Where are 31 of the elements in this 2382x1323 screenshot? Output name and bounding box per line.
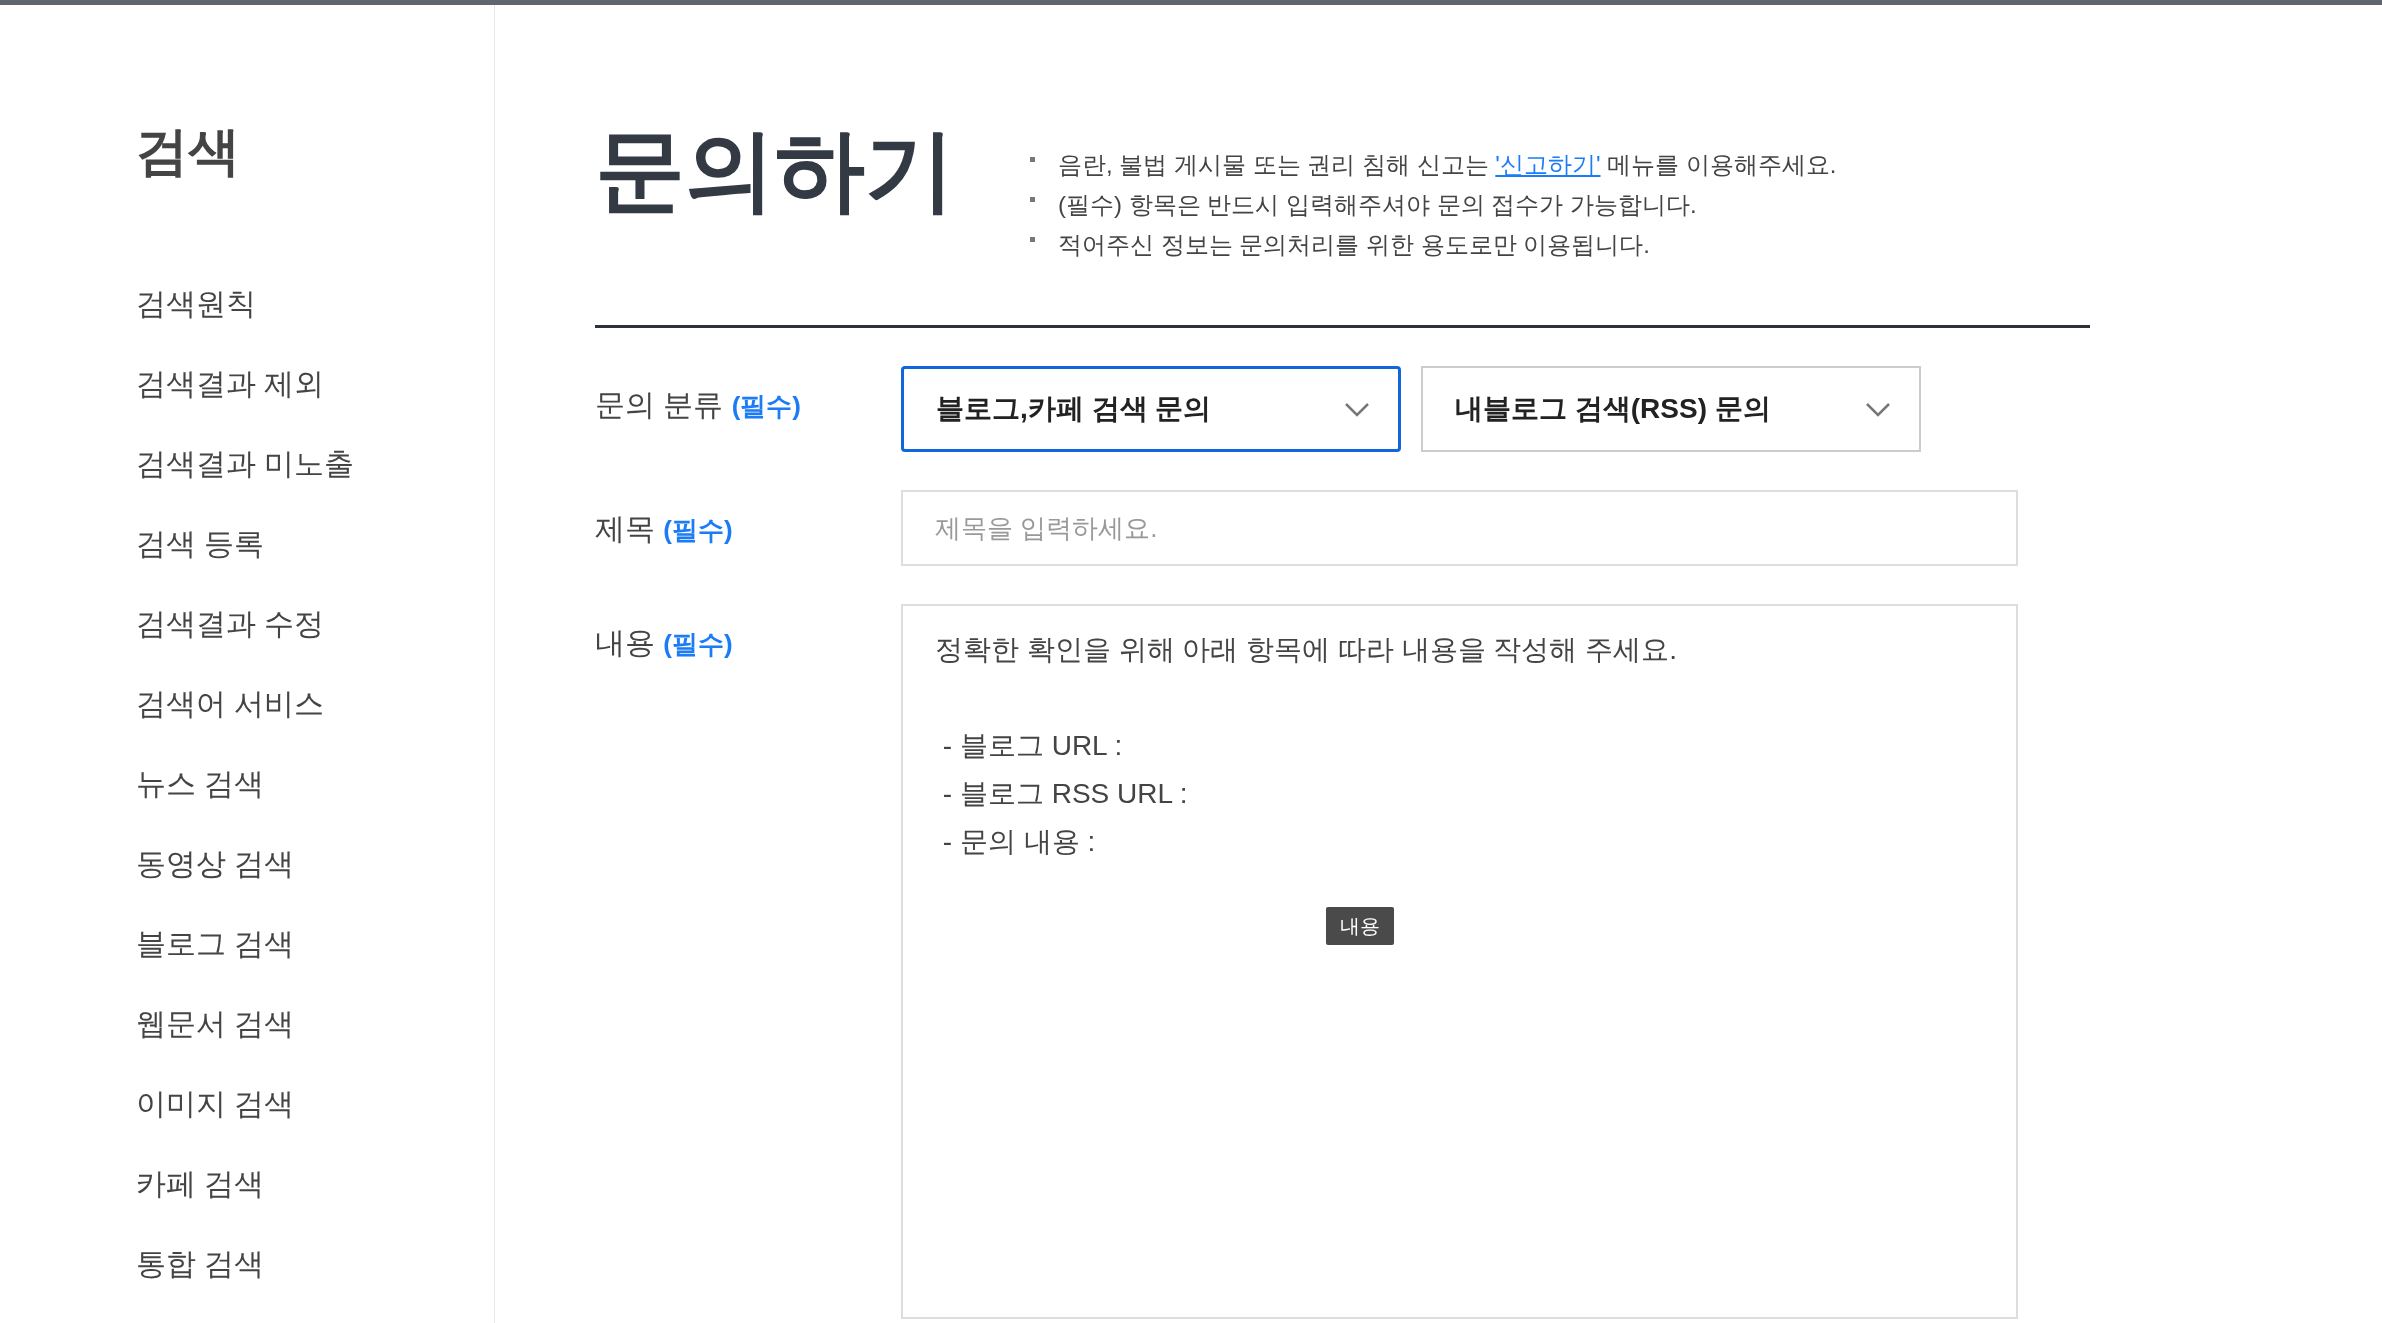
sidebar-menu-item[interactable]: 검색결과 제외 bbox=[136, 369, 494, 399]
notice-text: (필수) 항목은 반드시 입력해주셔야 문의 접수가 가능합니다. bbox=[1030, 185, 1837, 225]
field-label: 내용 (필수) bbox=[595, 625, 734, 661]
sidebar-menu-item[interactable]: 뉴스 검색 bbox=[136, 769, 494, 799]
sidebar-menu-item[interactable]: 통합 검색 bbox=[136, 1249, 494, 1279]
sidebar-menu-item[interactable]: 동영상 검색 bbox=[136, 849, 494, 879]
category-dropdown[interactable]: 내블로그 검색(RSS) 문의 bbox=[1421, 366, 1921, 452]
sidebar-menu-item[interactable]: 검색결과 미노출 bbox=[136, 449, 494, 479]
chevron-down-icon bbox=[1344, 401, 1370, 417]
bullet-icon bbox=[1030, 237, 1035, 242]
sidebar-menu-item[interactable]: 카페 검색 bbox=[136, 1169, 494, 1199]
tooltip: 내용 bbox=[1326, 907, 1394, 945]
subject-input-field[interactable]: 제목을 입력하세요. bbox=[901, 490, 2018, 566]
page-title: 문의하기 bbox=[595, 125, 955, 215]
sidebar-menu-item[interactable]: 검색원칙 bbox=[136, 289, 494, 319]
sidebar-menu-item[interactable]: 웹문서 검색 bbox=[136, 1009, 494, 1039]
sidebar-menu-item[interactable]: 검색 등록 bbox=[136, 529, 494, 559]
field-label: 제목 (필수) bbox=[595, 511, 734, 547]
sidebar-menu-item[interactable]: 검색어 서비스 bbox=[136, 689, 494, 719]
category-dropdown[interactable]: 블로그,카페 검색 문의 bbox=[901, 366, 1401, 452]
chevron-down-icon bbox=[1865, 401, 1891, 417]
report-link[interactable]: '신고하기' bbox=[1495, 151, 1601, 178]
bullet-icon bbox=[1030, 157, 1035, 162]
bullet-icon bbox=[1030, 197, 1035, 202]
sidebar-menu-item[interactable]: 블로그 검색 bbox=[136, 929, 494, 959]
field-label: 문의 분류 (필수) bbox=[595, 387, 802, 423]
sidebar-menu-item[interactable]: 검색결과 수정 bbox=[136, 609, 494, 639]
sidebar-title: 검색 bbox=[136, 125, 241, 177]
notice-text: 음란, 불법 게시물 또는 권리 침해 신고는 '신고하기' 메뉴를 이용해주세요. bbox=[1030, 145, 1837, 185]
notice-text: 적어주신 정보는 문의처리를 위한 용도로만 이용됩니다. bbox=[1030, 225, 1837, 265]
sidebar-menu-item[interactable]: 이미지 검색 bbox=[136, 1089, 494, 1119]
